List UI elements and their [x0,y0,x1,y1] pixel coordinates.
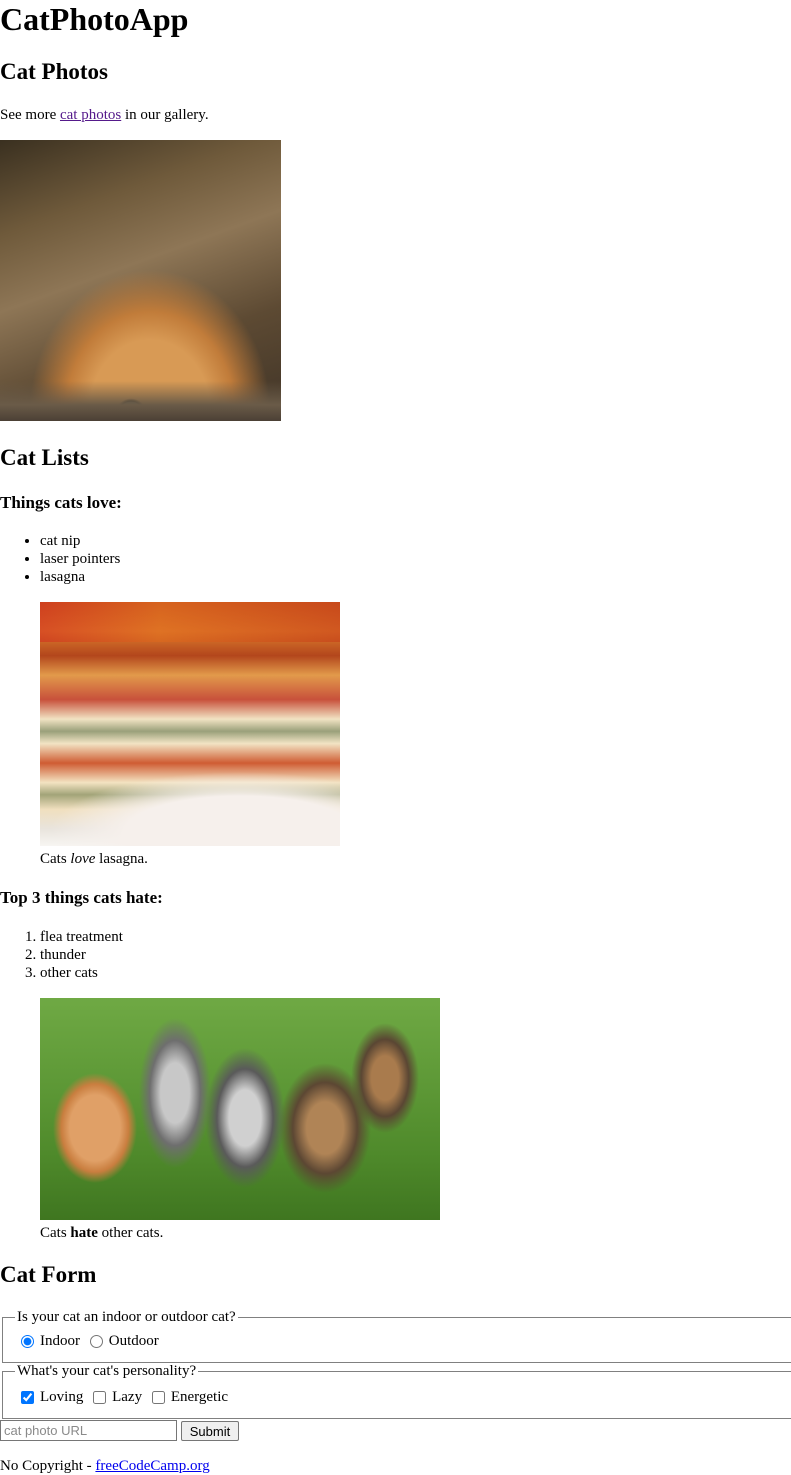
indoor-radio[interactable] [21,1334,34,1348]
app-title: CatPhotoApp [0,1,189,37]
personality-fieldset: What's your cat's personality? Loving La… [2,1362,791,1419]
personality-legend: What's your cat's personality? [17,1363,197,1379]
things-cats-love-heading: Things cats love: [0,493,122,512]
loving-label: Loving [40,1389,84,1405]
list-item: laser pointers [40,550,120,568]
outdoor-option[interactable]: Outdoor [88,1332,159,1350]
kittens-caption: Cats hate other cats. [40,1224,163,1242]
gallery-text-before: See more [0,107,57,123]
list-item: lasagna [40,568,120,586]
section-heading-cat-photos: Cat Photos [0,59,108,84]
kittens-in-grass-image [40,998,440,1220]
caption-text: Cats [40,1225,67,1241]
list-item: flea treatment [40,928,123,946]
cat-photo-url-input[interactable] [0,1420,177,1441]
cats-hate-list: flea treatment thunder other cats [0,928,123,982]
page: CatPhotoApp Cat Photos See more cat phot… [0,0,791,1474]
lazy-label: Lazy [112,1389,143,1405]
caption-text: lasagna. [99,851,148,867]
indoor-label: Indoor [40,1333,80,1349]
list-item: other cats [40,964,123,982]
caption-emphasis: love [70,851,96,867]
things-cats-hate-heading: Top 3 things cats hate: [0,888,163,907]
outdoor-label: Outdoor [108,1333,159,1349]
loving-checkbox[interactable] [21,1390,34,1404]
caption-strong: hate [70,1225,98,1241]
energetic-checkbox[interactable] [151,1390,165,1404]
section-heading-cat-form: Cat Form [0,1262,97,1287]
caption-text: other cats. [101,1225,164,1241]
lasagna-image [40,602,340,846]
relaxing-cat-image[interactable] [0,140,281,421]
personality-options: Loving Lazy Energetic [3,1380,791,1409]
energetic-option[interactable]: Energetic [150,1388,228,1406]
outdoor-radio[interactable] [89,1334,103,1348]
gallery-text-after: in our gallery. [124,107,209,123]
gallery-paragraph: See more cat photos in our gallery. [0,106,209,124]
list-item: thunder [40,946,123,964]
loving-option[interactable]: Loving [19,1388,83,1406]
indoor-outdoor-options: Indoor Outdoor [3,1326,791,1353]
lazy-checkbox[interactable] [93,1390,107,1404]
footer: No Copyright - freeCodeCamp.org [0,1457,210,1475]
cats-love-list: cat nip laser pointers lasagna [0,532,120,586]
section-heading-cat-lists: Cat Lists [0,445,89,470]
lasagna-caption: Cats love lasagna. [40,850,148,868]
indoor-outdoor-fieldset: Is your cat an indoor or outdoor cat? In… [2,1308,791,1363]
lazy-option[interactable]: Lazy [91,1388,142,1406]
list-item: cat nip [40,532,120,550]
footer-text: No Copyright - [0,1458,92,1474]
submit-button[interactable]: Submit [181,1421,239,1441]
caption-text: Cats [40,851,67,867]
freecodecamp-link[interactable]: freeCodeCamp.org [95,1458,209,1474]
indoor-option[interactable]: Indoor [19,1332,80,1350]
cat-photos-link[interactable]: cat photos [60,107,121,123]
energetic-label: Energetic [170,1389,229,1405]
indoor-outdoor-legend: Is your cat an indoor or outdoor cat? [17,1309,236,1325]
